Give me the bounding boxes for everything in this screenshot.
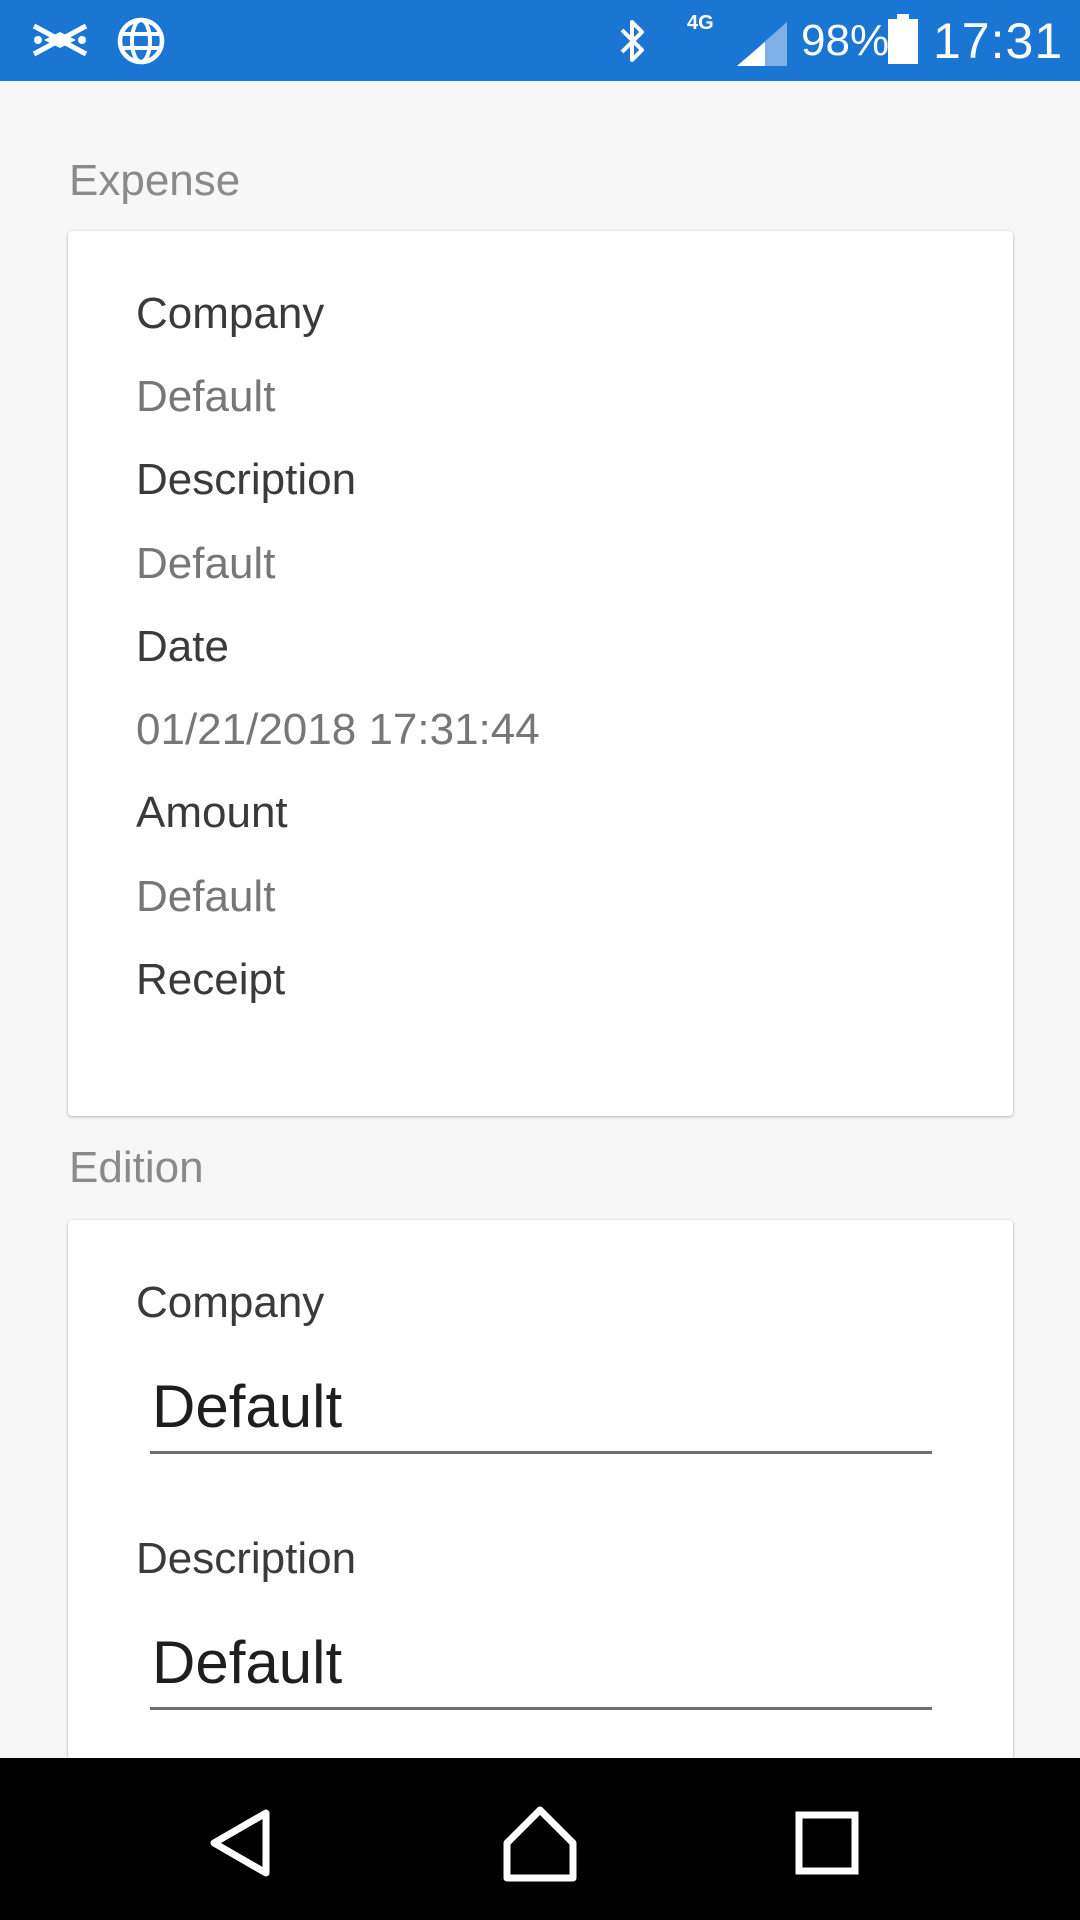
- bluetooth-icon: [616, 17, 650, 70]
- expense-description-label: Description: [136, 455, 357, 504]
- expense-date-label: Date: [136, 622, 229, 671]
- status-bar: 4G 98% 17:31: [0, 0, 1080, 81]
- crossed-network-icon: [30, 18, 90, 67]
- globe-icon: [116, 16, 166, 71]
- expense-company-label: Company: [136, 289, 325, 338]
- expense-company-value: Default: [136, 372, 276, 421]
- back-button[interactable]: [196, 1798, 286, 1888]
- expense-description-value: Default: [136, 539, 276, 588]
- expense-amount-value: Default: [136, 872, 276, 921]
- edition-section-title: Edition: [69, 1143, 204, 1192]
- battery-icon: [887, 14, 919, 69]
- expense-receipt-label: Receipt: [136, 955, 286, 1004]
- network-type-label: 4G: [687, 12, 714, 34]
- expense-section-title: Expense: [69, 156, 241, 205]
- edition-description-label: Description: [136, 1534, 357, 1583]
- edition-description-input[interactable]: [150, 1622, 932, 1710]
- navigation-bar: [0, 1758, 1080, 1920]
- content-scroll-area[interactable]: Expense Company Default Description Defa…: [0, 81, 1080, 1758]
- edition-card: Company Description: [68, 1220, 1013, 1758]
- clock: 17:31: [933, 13, 1064, 69]
- back-icon: [210, 1809, 270, 1877]
- battery-percentage: 98%: [801, 16, 890, 65]
- expense-date-value: 01/21/2018 17:31:44: [136, 705, 540, 754]
- screen: 4G 98% 17:31 Expense Company Default Des…: [0, 0, 1080, 1920]
- edition-company-input[interactable]: [150, 1366, 932, 1454]
- signal-icon: [737, 22, 787, 71]
- recents-icon: [795, 1811, 859, 1875]
- home-icon: [503, 1806, 577, 1882]
- home-button[interactable]: [495, 1798, 585, 1888]
- expense-card: Company Default Description Default Date…: [68, 231, 1013, 1116]
- expense-amount-label: Amount: [136, 788, 288, 837]
- recents-button[interactable]: [782, 1798, 872, 1888]
- edition-company-label: Company: [136, 1278, 325, 1327]
